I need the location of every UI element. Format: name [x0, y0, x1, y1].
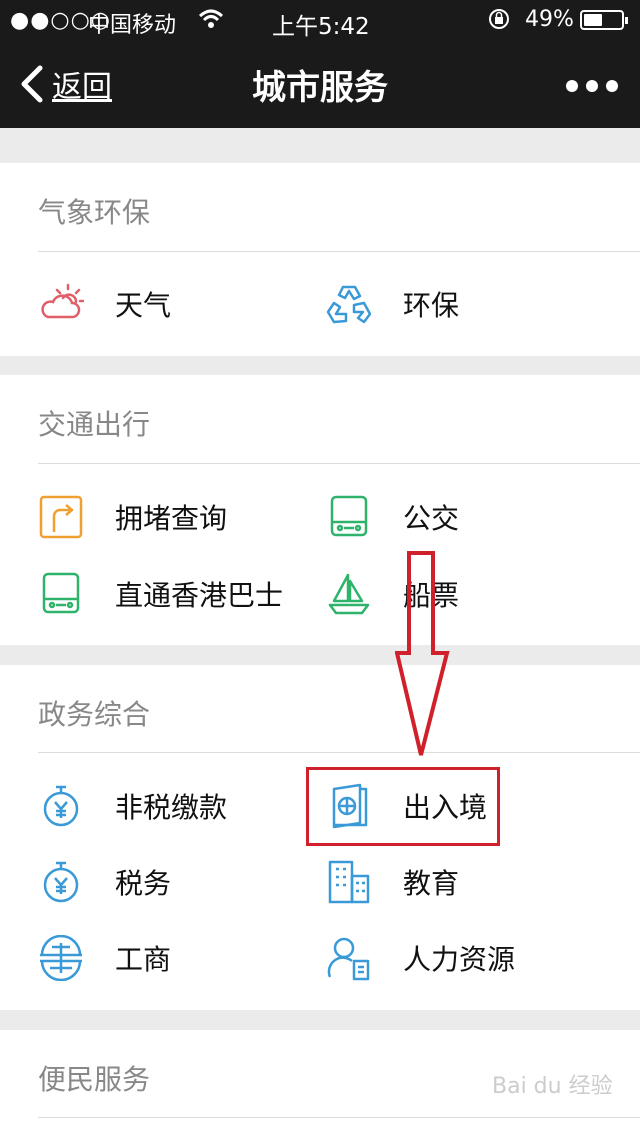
section-title: 便民服务: [38, 1063, 151, 1096]
service-item-hk-bus[interactable]: 直通香港巴士: [38, 564, 283, 624]
service-label: 环保: [403, 289, 460, 322]
traffic-sign-icon: [39, 495, 83, 539]
service-item-education[interactable]: 教育: [326, 852, 459, 912]
carrier-name: 中国移动: [88, 13, 177, 38]
service-label: 税务: [115, 867, 172, 900]
service-item-weather[interactable]: 天气: [38, 274, 171, 334]
yen-stopwatch-icon: [43, 861, 79, 903]
section-title: 政务综合: [38, 698, 151, 731]
service-item-traffic[interactable]: 拥堵查询: [38, 487, 227, 547]
watermark: Bai du 经验: [492, 1074, 613, 1099]
sailboat-icon: [328, 573, 370, 615]
wifi-icon: [198, 9, 224, 28]
yen-stopwatch-icon: [43, 785, 79, 827]
battery-percent: 49%: [525, 7, 574, 32]
cloud-sun-icon: [41, 283, 84, 319]
section-weather-env: 气象环保 天气 环保: [0, 163, 640, 356]
section-title: 交通出行: [38, 408, 151, 441]
section-transport: 交通出行 拥堵查询 公交 直通香港巴士 船票: [0, 375, 640, 645]
annotation-arrow: [395, 551, 450, 756]
section-title: 气象环保: [38, 196, 151, 229]
service-label: 教育: [403, 867, 460, 900]
bus-icon: [330, 495, 368, 537]
seal-icon: [40, 935, 82, 981]
service-label: 工商: [115, 943, 172, 976]
service-item-non-tax[interactable]: 非税缴款: [38, 776, 227, 836]
person-card-icon: [327, 937, 370, 981]
more-options-icon[interactable]: [566, 76, 618, 96]
battery-icon: [580, 10, 628, 30]
rotation-lock-icon: [489, 9, 509, 29]
service-item-hr[interactable]: 人力资源: [326, 928, 515, 988]
bus-icon: [42, 572, 80, 614]
service-label: 天气: [115, 289, 172, 322]
annotation-highlight-box: [306, 767, 500, 846]
page-title: 城市服务: [252, 68, 388, 108]
service-item-env[interactable]: 环保: [326, 274, 459, 334]
service-item-tax[interactable]: 税务: [38, 852, 171, 912]
service-label: 直通香港巴士: [115, 579, 284, 612]
service-label: 非税缴款: [115, 791, 228, 824]
clock: 上午5:42: [272, 14, 370, 40]
service-item-business[interactable]: 工商: [38, 928, 171, 988]
service-label: 拥堵查询: [115, 502, 228, 535]
status-bar: ●●○○○ 中国移动 上午5:42 49%: [0, 0, 640, 40]
service-label: 人力资源: [403, 943, 516, 976]
service-item-bus[interactable]: 公交: [326, 487, 459, 547]
building-icon: [328, 860, 370, 904]
recycle-icon: [326, 285, 372, 324]
service-label: 公交: [403, 502, 460, 535]
nav-bar: 返回 城市服务: [0, 40, 640, 128]
